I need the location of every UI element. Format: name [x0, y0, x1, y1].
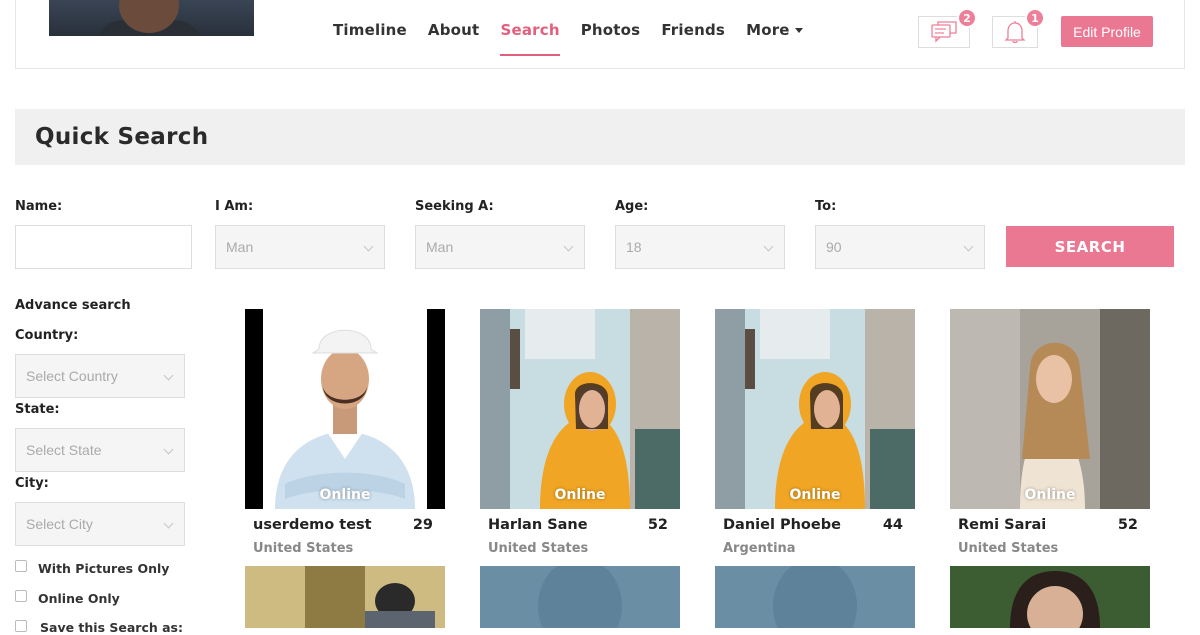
country-placeholder: Select Country [26, 368, 118, 384]
page-title: Quick Search [35, 124, 209, 150]
result-card[interactable]: Online Remi Sarai 52 United States [950, 309, 1150, 556]
age-label: Age: [615, 199, 649, 214]
nav-timeline[interactable]: Timeline [333, 18, 407, 56]
result-card[interactable]: Online Harlan Sane 52 United States [480, 309, 680, 556]
country-label: Country: [15, 328, 79, 343]
messages-button[interactable]: 2 [918, 8, 977, 48]
chevron-down-icon [363, 241, 374, 252]
result-country: United States [488, 541, 589, 556]
result-country: Argentina [723, 541, 796, 556]
default-avatar-icon [773, 566, 857, 628]
result-card[interactable]: Online userdemo test 29 United States [245, 309, 445, 556]
man-photo-icon [950, 566, 1150, 628]
profile-nav: Timeline About Search Photos Friends Mor… [333, 18, 803, 58]
result-country: United States [253, 541, 354, 556]
with-pictures-label: With Pictures Only [38, 561, 170, 576]
chevron-down-icon [163, 444, 174, 455]
age-to-select[interactable]: 90 [815, 225, 985, 269]
profile-photo[interactable]: Online [480, 309, 680, 509]
online-status: Online [319, 487, 371, 503]
profile-header: Timeline About Search Photos Friends Mor… [15, 0, 1185, 69]
profile-photo[interactable]: Online [950, 309, 1150, 509]
notifications-button[interactable]: 1 [992, 8, 1045, 48]
result-age: 29 [412, 517, 433, 533]
result-name[interactable]: Harlan Sane [488, 517, 588, 533]
online-only-label: Online Only [38, 591, 120, 606]
woman-photo-icon [715, 309, 915, 509]
notifications-count-badge: 1 [1025, 8, 1045, 28]
state-label: State: [15, 402, 60, 417]
with-pictures-checkbox[interactable] [15, 560, 27, 572]
result-photo-partial[interactable] [950, 566, 1150, 628]
default-avatar-icon [538, 566, 622, 628]
chevron-down-icon [963, 241, 974, 252]
state-select[interactable]: Select State [15, 428, 185, 472]
chevron-down-icon [763, 241, 774, 252]
woman-photo-icon [480, 309, 680, 509]
seeking-label: Seeking A: [415, 199, 494, 214]
name-input[interactable] [15, 225, 192, 269]
result-age: 52 [647, 517, 668, 533]
search-button[interactable]: SEARCH [1006, 226, 1174, 267]
result-name[interactable]: Remi Sarai [958, 517, 1046, 533]
chat-icon [931, 21, 957, 43]
nav-more[interactable]: More [746, 18, 803, 56]
result-age: 44 [882, 517, 903, 533]
messages-count-badge: 2 [957, 8, 977, 28]
seeking-value: Man [426, 239, 454, 255]
result-country: United States [958, 541, 1059, 556]
result-name[interactable]: Daniel Phoebe [723, 517, 841, 533]
i-am-label: I Am: [215, 199, 254, 214]
result-card[interactable]: Online Daniel Phoebe 44 Argentina [715, 309, 915, 556]
i-am-value: Man [226, 239, 254, 255]
i-am-select[interactable]: Man [215, 225, 385, 269]
worker-photo-icon [263, 309, 427, 509]
nav-friends[interactable]: Friends [661, 18, 725, 56]
result-photo-partial[interactable] [480, 566, 680, 628]
city-label: City: [15, 476, 49, 491]
quick-search-header: Quick Search [15, 109, 1185, 165]
online-status: Online [789, 487, 841, 503]
age-from-select[interactable]: 18 [615, 225, 785, 269]
chevron-down-icon [563, 241, 574, 252]
age-to-value: 90 [826, 239, 842, 255]
country-select[interactable]: Select Country [15, 354, 185, 398]
woman-photo-icon [950, 309, 1150, 509]
online-only-checkbox[interactable] [15, 590, 27, 602]
caret-down-icon [794, 28, 803, 33]
advance-search-title: Advance search [15, 298, 131, 313]
man-photo-icon [245, 566, 445, 628]
nav-more-label: More [746, 21, 790, 39]
chevron-down-icon [163, 518, 174, 529]
profile-photo[interactable]: Online [715, 309, 915, 509]
nav-photos[interactable]: Photos [581, 18, 641, 56]
city-select[interactable]: Select City [15, 502, 185, 546]
state-placeholder: Select State [26, 442, 102, 458]
result-age: 52 [1117, 517, 1138, 533]
result-photo-partial[interactable] [715, 566, 915, 628]
nav-search[interactable]: Search [500, 18, 560, 56]
name-label: Name: [15, 199, 63, 214]
chevron-down-icon [163, 370, 174, 381]
bell-icon [1004, 21, 1026, 44]
age-to-label: To: [815, 199, 837, 214]
result-name[interactable]: userdemo test [253, 517, 372, 533]
city-placeholder: Select City [26, 516, 93, 532]
online-status: Online [1024, 487, 1076, 503]
nav-about[interactable]: About [428, 18, 480, 56]
profile-avatar[interactable] [49, 0, 254, 36]
save-search-checkbox[interactable] [15, 620, 27, 632]
online-status: Online [554, 487, 606, 503]
seeking-select[interactable]: Man [415, 225, 585, 269]
result-photo-partial[interactable] [245, 566, 445, 628]
edit-profile-button[interactable]: Edit Profile [1061, 16, 1153, 47]
profile-photo[interactable]: Online [245, 309, 445, 509]
age-from-value: 18 [626, 239, 642, 255]
